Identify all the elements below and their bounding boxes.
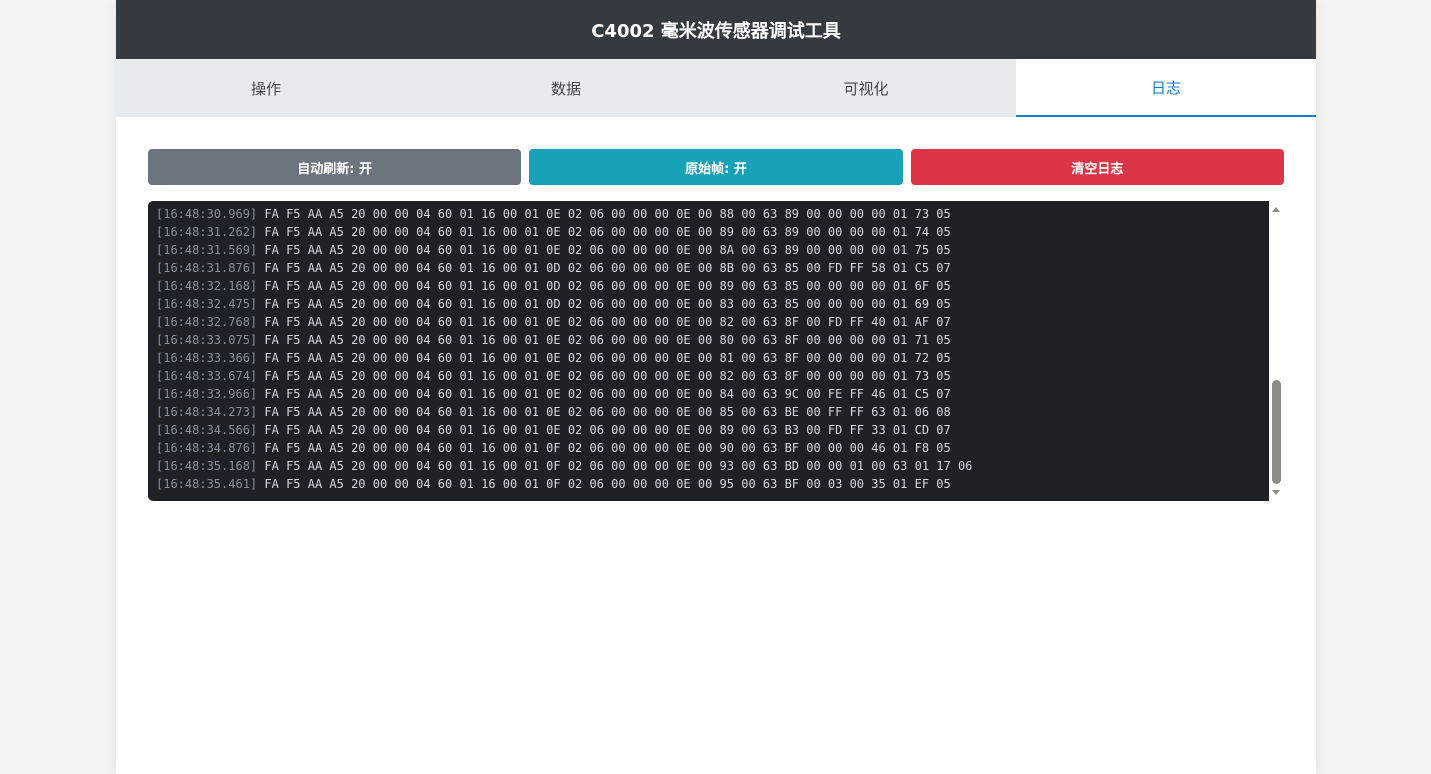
log-hex: FA F5 AA A5 20 00 00 04 60 01 16 00 01 0…	[264, 315, 951, 329]
log-line: [16:48:34.876] FA F5 AA A5 20 00 00 04 6…	[156, 439, 972, 457]
tab-visualization[interactable]: 可视化	[716, 59, 1016, 117]
log-line: [16:48:31.569] FA F5 AA A5 20 00 00 04 6…	[156, 241, 972, 259]
log-line: [16:48:31.876] FA F5 AA A5 20 00 00 04 6…	[156, 259, 972, 277]
tab-bar: 操作 数据 可视化 日志	[116, 59, 1316, 117]
auto-refresh-button[interactable]: 自动刷新: 开	[148, 149, 522, 185]
log-timestamp: [16:48:32.168]	[156, 279, 258, 293]
log-line: [16:48:34.566] FA F5 AA A5 20 00 00 04 6…	[156, 421, 972, 439]
log-timestamp: [16:48:33.966]	[156, 387, 258, 401]
scroll-down-icon[interactable]	[1272, 490, 1280, 495]
log-hex: FA F5 AA A5 20 00 00 04 60 01 16 00 01 0…	[264, 261, 951, 275]
log-line: [16:48:30.969] FA F5 AA A5 20 00 00 04 6…	[156, 205, 972, 223]
log-timestamp: [16:48:34.273]	[156, 405, 258, 419]
tab-log[interactable]: 日志	[1016, 59, 1316, 117]
tab-label: 操作	[250, 79, 281, 98]
log-hex: FA F5 AA A5 20 00 00 04 60 01 16 00 01 0…	[264, 369, 951, 383]
log-line: [16:48:32.475] FA F5 AA A5 20 00 00 04 6…	[156, 295, 972, 313]
scroll-thumb[interactable]	[1272, 380, 1281, 484]
log-hex: FA F5 AA A5 20 00 00 04 60 01 16 00 01 0…	[264, 207, 951, 221]
log-timestamp: [16:48:34.566]	[156, 423, 258, 437]
log-line: [16:48:33.674] FA F5 AA A5 20 00 00 04 6…	[156, 367, 972, 385]
log-lines: [16:48:30.969] FA F5 AA A5 20 00 00 04 6…	[156, 205, 972, 493]
tab-label: 数据	[550, 79, 581, 98]
tab-label: 日志	[1150, 78, 1181, 97]
log-timestamp: [16:48:31.876]	[156, 261, 258, 275]
log-timestamp: [16:48:34.876]	[156, 441, 258, 455]
log-line: [16:48:33.966] FA F5 AA A5 20 00 00 04 6…	[156, 385, 972, 403]
log-hex: FA F5 AA A5 20 00 00 04 60 01 16 00 01 0…	[264, 243, 951, 257]
log-timestamp: [16:48:32.475]	[156, 297, 258, 311]
tab-data[interactable]: 数据	[416, 59, 716, 117]
log-hex: FA F5 AA A5 20 00 00 04 60 01 16 00 01 0…	[264, 477, 951, 491]
log-hex: FA F5 AA A5 20 00 00 04 60 01 16 00 01 0…	[264, 387, 951, 401]
page-title: C4002 毫米波传感器调试工具	[591, 20, 841, 42]
app-header: C4002 毫米波传感器调试工具	[116, 0, 1316, 59]
log-timestamp: [16:48:35.168]	[156, 459, 258, 473]
log-hex: FA F5 AA A5 20 00 00 04 60 01 16 00 01 0…	[264, 405, 951, 419]
log-line: [16:48:34.273] FA F5 AA A5 20 00 00 04 6…	[156, 403, 972, 421]
scroll-up-icon[interactable]	[1272, 207, 1280, 212]
app-container: C4002 毫米波传感器调试工具 操作 数据 可视化 日志 自动刷新: 开 原始…	[116, 0, 1316, 774]
log-timestamp: [16:48:31.262]	[156, 225, 258, 239]
log-hex: FA F5 AA A5 20 00 00 04 60 01 16 00 01 0…	[264, 279, 951, 293]
log-hex: FA F5 AA A5 20 00 00 04 60 01 16 00 01 0…	[264, 441, 951, 455]
log-line: [16:48:31.262] FA F5 AA A5 20 00 00 04 6…	[156, 223, 972, 241]
clear-log-button[interactable]: 清空日志	[910, 149, 1284, 185]
log-hex: FA F5 AA A5 20 00 00 04 60 01 16 00 01 0…	[264, 225, 951, 239]
log-toolbar: 自动刷新: 开 原始帧: 开 清空日志	[148, 149, 1284, 185]
log-timestamp: [16:48:33.075]	[156, 333, 258, 347]
log-timestamp: [16:48:35.461]	[156, 477, 258, 491]
log-viewer: [16:48:30.969] FA F5 AA A5 20 00 00 04 6…	[148, 201, 1284, 501]
log-line: [16:48:32.168] FA F5 AA A5 20 00 00 04 6…	[156, 277, 972, 295]
log-timestamp: [16:48:33.674]	[156, 369, 258, 383]
log-line: [16:48:35.461] FA F5 AA A5 20 00 00 04 6…	[156, 475, 972, 493]
log-timestamp: [16:48:32.768]	[156, 315, 258, 329]
log-hex: FA F5 AA A5 20 00 00 04 60 01 16 00 01 0…	[264, 333, 951, 347]
log-line: [16:48:33.075] FA F5 AA A5 20 00 00 04 6…	[156, 331, 972, 349]
log-hex: FA F5 AA A5 20 00 00 04 60 01 16 00 01 0…	[264, 423, 951, 437]
log-hex: FA F5 AA A5 20 00 00 04 60 01 16 00 01 0…	[264, 459, 973, 473]
log-hex: FA F5 AA A5 20 00 00 04 60 01 16 00 01 0…	[264, 351, 951, 365]
tab-label: 可视化	[843, 79, 889, 98]
log-timestamp: [16:48:30.969]	[156, 207, 258, 221]
log-timestamp: [16:48:33.366]	[156, 351, 258, 365]
tab-operation[interactable]: 操作	[116, 59, 416, 117]
log-timestamp: [16:48:31.569]	[156, 243, 258, 257]
raw-frame-button[interactable]: 原始帧: 开	[529, 149, 903, 185]
log-hex: FA F5 AA A5 20 00 00 04 60 01 16 00 01 0…	[264, 297, 951, 311]
log-line: [16:48:33.366] FA F5 AA A5 20 00 00 04 6…	[156, 349, 972, 367]
log-output[interactable]: [16:48:30.969] FA F5 AA A5 20 00 00 04 6…	[148, 201, 1269, 501]
log-line: [16:48:35.168] FA F5 AA A5 20 00 00 04 6…	[156, 457, 972, 475]
log-scrollbar[interactable]	[1269, 201, 1284, 501]
log-line: [16:48:32.768] FA F5 AA A5 20 00 00 04 6…	[156, 313, 972, 331]
log-panel: 自动刷新: 开 原始帧: 开 清空日志 [16:48:30.969] FA F5…	[116, 117, 1316, 501]
